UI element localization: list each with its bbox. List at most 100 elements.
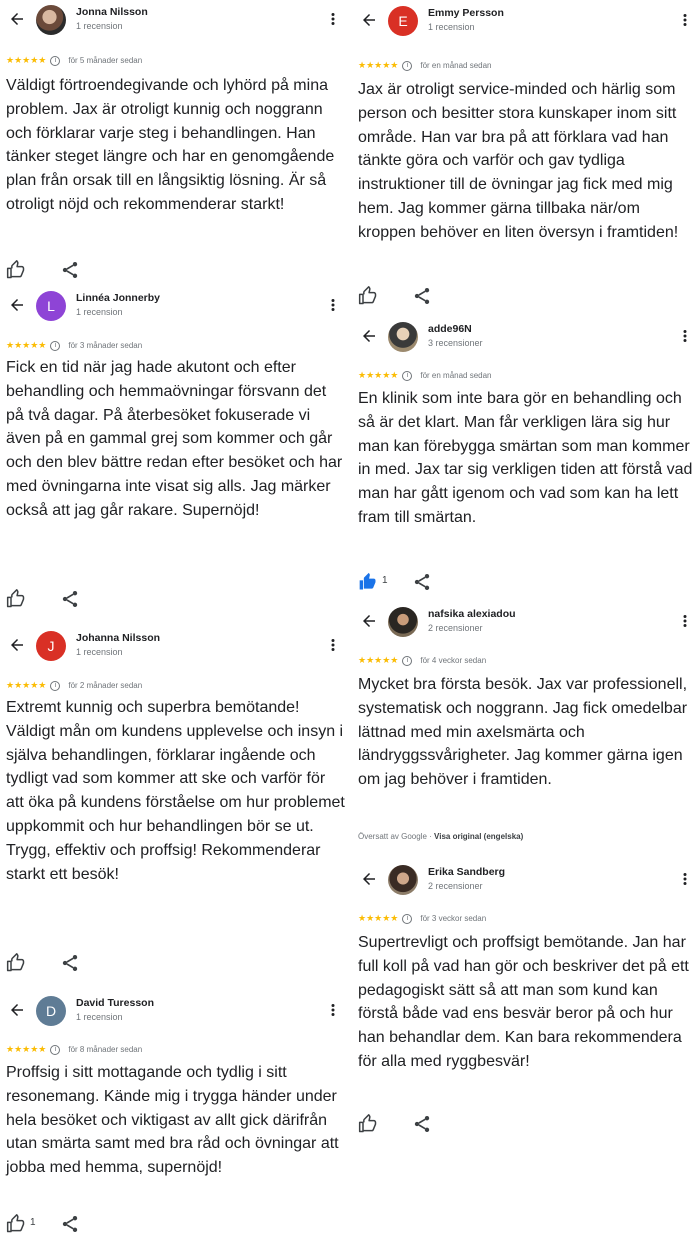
info-icon[interactable]: i xyxy=(402,913,413,924)
more-options-icon[interactable] xyxy=(327,636,339,654)
more-options-icon[interactable] xyxy=(327,1001,339,1019)
back-arrow-icon[interactable] xyxy=(360,327,378,345)
reviewer-name[interactable]: Emmy Persson xyxy=(428,7,504,19)
star-rating: ★★★★★ xyxy=(358,913,399,923)
review-date: för 5 månader sedan xyxy=(68,56,143,65)
review-actions: 1 xyxy=(6,1213,126,1235)
more-options-icon[interactable] xyxy=(327,10,339,28)
review-header: Jonna Nilsson 1 recension xyxy=(0,0,345,40)
avatar[interactable]: E xyxy=(388,6,418,36)
info-icon[interactable]: i xyxy=(50,680,61,691)
back-arrow-icon[interactable] xyxy=(8,1001,26,1019)
review-text: Väldigt förtroendegivande och lyhörd på … xyxy=(6,77,335,213)
thumb-up-icon[interactable] xyxy=(6,260,26,280)
more-options-icon[interactable] xyxy=(679,870,691,888)
avatar[interactable]: L xyxy=(36,291,66,321)
back-arrow-icon[interactable] xyxy=(8,296,26,314)
thumb-up-icon[interactable] xyxy=(6,589,26,609)
back-arrow-icon[interactable] xyxy=(360,11,378,29)
info-icon[interactable]: i xyxy=(402,370,413,381)
info-icon[interactable]: i xyxy=(50,340,61,351)
review-text: Proffsig i sitt mottagande och tydlig i … xyxy=(6,1064,339,1177)
back-arrow-icon[interactable] xyxy=(8,10,26,28)
review-date: för 4 veckor sedan xyxy=(420,656,487,665)
star-rating: ★★★★★ xyxy=(358,655,399,665)
review-meta: ★★★★★ i för 8 månader sedan xyxy=(6,1044,142,1058)
right-column: E Emmy Persson 1 recension ★★★★★ i för en … xyxy=(352,0,700,1246)
thumb-up-icon[interactable] xyxy=(358,1114,378,1134)
star-rating: ★★★★★ xyxy=(6,1044,47,1054)
thumb-up-icon[interactable] xyxy=(358,572,378,592)
review-date: för 3 veckor sedan xyxy=(420,914,487,923)
share-icon[interactable] xyxy=(60,1214,80,1234)
show-original-link[interactable]: Visa original (engelska) xyxy=(434,832,523,841)
review-text: Mycket bra första besök. Jax var profess… xyxy=(358,676,688,789)
more-options-icon[interactable] xyxy=(679,11,691,29)
review-actions: 1 xyxy=(358,571,478,593)
avatar[interactable] xyxy=(388,322,418,352)
thumb-up-icon[interactable] xyxy=(6,1214,26,1234)
thumb-up-icon[interactable] xyxy=(358,286,378,306)
share-icon[interactable] xyxy=(60,953,80,973)
review-actions xyxy=(6,952,126,974)
like-count: 1 xyxy=(382,575,388,586)
review-meta: ★★★★★ i för en månad sedan xyxy=(358,370,492,384)
reviewer-name[interactable]: adde96N xyxy=(428,323,472,335)
reviewer-name[interactable]: David Turesson xyxy=(76,997,154,1009)
avatar[interactable] xyxy=(388,865,418,895)
review-header: L Linnéa Jonnerby 1 recension xyxy=(0,286,345,326)
avatar[interactable]: J xyxy=(36,631,66,661)
translation-note: Översatt av Google · Visa original (enge… xyxy=(358,832,523,841)
review-date: för 2 månader sedan xyxy=(68,681,143,690)
review-header: E Emmy Persson 1 recension xyxy=(352,1,697,41)
review-meta: ★★★★★ i för 5 månader sedan xyxy=(6,55,142,69)
review-count: 1 recension xyxy=(76,21,123,31)
review-header: Erika Sandberg 2 recensioner xyxy=(352,860,697,900)
review-date: för 3 månader sedan xyxy=(68,341,143,350)
back-arrow-icon[interactable] xyxy=(8,636,26,654)
review-header: nafsika alexiadou 2 recensioner xyxy=(352,602,697,642)
like-count: 1 xyxy=(30,1217,36,1228)
share-icon[interactable] xyxy=(60,589,80,609)
review-text: En klinik som inte bara gör en behandlin… xyxy=(358,390,693,526)
back-arrow-icon[interactable] xyxy=(360,612,378,630)
back-arrow-icon[interactable] xyxy=(360,870,378,888)
share-icon[interactable] xyxy=(412,1114,432,1134)
review-meta: ★★★★★ i för 3 veckor sedan xyxy=(358,913,486,927)
info-icon[interactable]: i xyxy=(50,55,61,66)
info-icon[interactable]: i xyxy=(402,60,413,71)
avatar[interactable] xyxy=(36,5,66,35)
review-count: 3 recensioner xyxy=(428,338,483,348)
reviewer-name[interactable]: Erika Sandberg xyxy=(428,866,505,878)
reviewer-name[interactable]: Johanna Nilsson xyxy=(76,632,160,644)
review-date: för en månad sedan xyxy=(420,61,492,70)
review-meta: ★★★★★ i för en månad sedan xyxy=(358,60,492,74)
more-options-icon[interactable] xyxy=(679,612,691,630)
avatar[interactable]: D xyxy=(36,996,66,1026)
star-rating: ★★★★★ xyxy=(6,55,47,65)
info-icon[interactable]: i xyxy=(50,1044,61,1055)
share-icon[interactable] xyxy=(412,286,432,306)
share-icon[interactable] xyxy=(60,260,80,280)
avatar[interactable] xyxy=(388,607,418,637)
reviewer-name[interactable]: Jonna Nilsson xyxy=(76,6,148,18)
translated-by-label: Översatt av Google · xyxy=(358,832,435,841)
review-header: D David Turesson 1 recension xyxy=(0,991,345,1031)
star-rating: ★★★★★ xyxy=(358,60,399,70)
more-options-icon[interactable] xyxy=(679,327,691,345)
share-icon[interactable] xyxy=(412,572,432,592)
reviewer-name[interactable]: Linnéa Jonnerby xyxy=(76,292,160,304)
review-date: för en månad sedan xyxy=(420,371,492,380)
review-meta: ★★★★★ i för 2 månader sedan xyxy=(6,680,142,694)
review-actions xyxy=(358,1113,478,1135)
thumb-up-icon[interactable] xyxy=(6,953,26,973)
reviewer-name[interactable]: nafsika alexiadou xyxy=(428,608,516,620)
left-column: Jonna Nilsson 1 recension ★★★★★ i för 5 må… xyxy=(0,0,350,1246)
info-icon[interactable]: i xyxy=(402,655,413,666)
review-date: för 8 månader sedan xyxy=(68,1045,143,1054)
review-actions xyxy=(358,285,478,307)
review-text: Supertrevligt och proffsigt bemötande. J… xyxy=(358,934,689,1070)
review-meta: ★★★★★ i för 3 månader sedan xyxy=(6,340,142,354)
star-rating: ★★★★★ xyxy=(6,680,47,690)
more-options-icon[interactable] xyxy=(327,296,339,314)
